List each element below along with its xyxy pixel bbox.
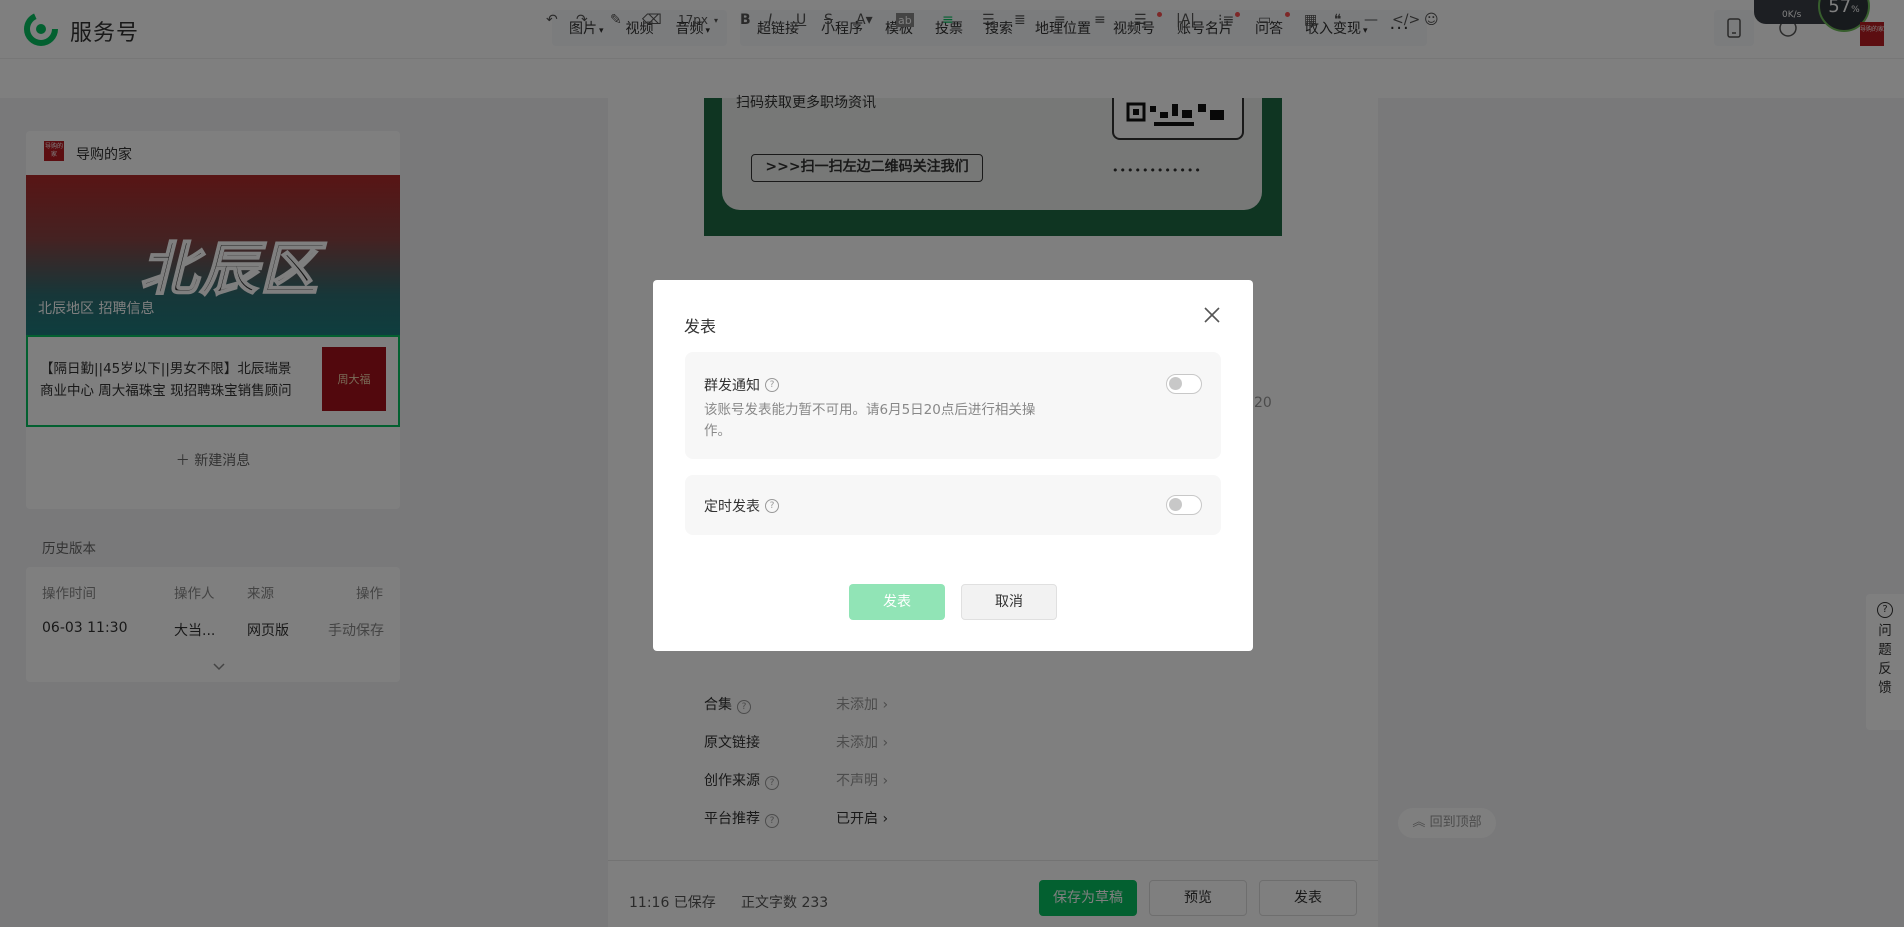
broadcast-description: 该账号发表能力暂不可用。请6月5日20点后进行相关操作。 xyxy=(704,402,1036,439)
close-icon[interactable] xyxy=(1200,303,1224,327)
scheduled-toggle[interactable] xyxy=(1166,495,1202,515)
dialog-cancel-button[interactable]: 取消 xyxy=(961,584,1057,620)
help-icon[interactable]: ? xyxy=(765,378,779,392)
dialog-title: 发表 xyxy=(684,317,717,336)
scheduled-label: 定时发表? xyxy=(704,496,779,516)
broadcast-toggle[interactable] xyxy=(1166,374,1202,394)
publish-dialog xyxy=(653,280,1253,651)
dialog-publish-button[interactable]: 发表 xyxy=(849,584,945,620)
help-icon[interactable]: ? xyxy=(765,499,779,513)
broadcast-label: 群发通知? xyxy=(704,375,779,395)
toggle-knob xyxy=(1169,498,1182,511)
toggle-knob xyxy=(1169,377,1182,390)
